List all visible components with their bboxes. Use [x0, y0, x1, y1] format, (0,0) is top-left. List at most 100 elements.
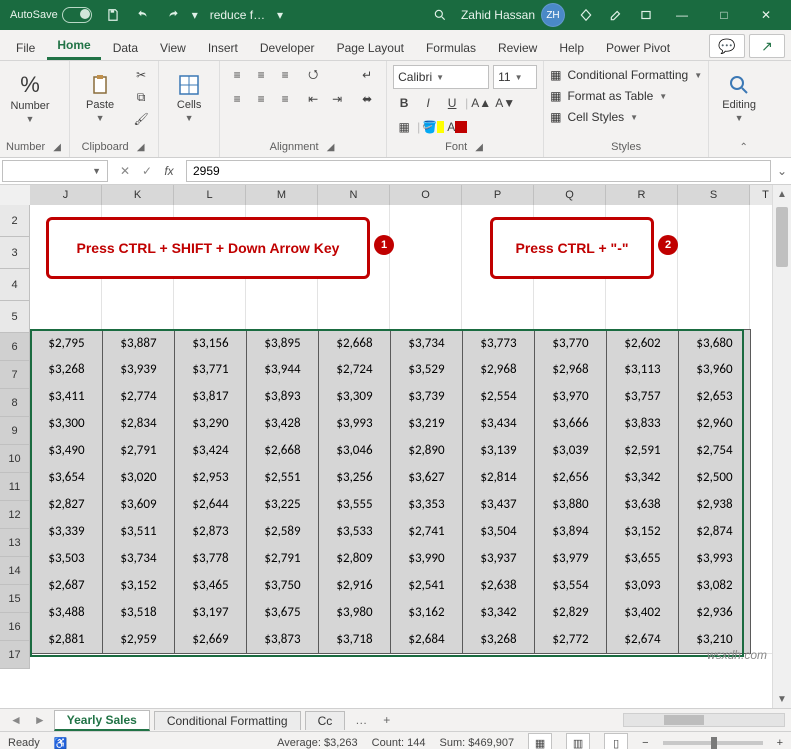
- cell-O13[interactable]: $2,741: [391, 518, 463, 546]
- zoom-slider[interactable]: [663, 741, 763, 745]
- cell-O16[interactable]: $3,162: [391, 599, 463, 627]
- cell-N13[interactable]: $3,533: [319, 518, 391, 546]
- paste-button[interactable]: Paste ▼: [76, 65, 124, 131]
- sheet-nav-next-icon[interactable]: ►: [30, 713, 50, 727]
- tab-developer[interactable]: Developer: [250, 35, 325, 60]
- tab-help[interactable]: Help: [549, 35, 594, 60]
- tab-review[interactable]: Review: [488, 35, 547, 60]
- cell-P13[interactable]: $3,504: [463, 518, 535, 546]
- select-all-corner[interactable]: [0, 185, 31, 206]
- cell-L17[interactable]: $2,669: [175, 626, 247, 654]
- cell-S9[interactable]: $2,960: [679, 410, 751, 438]
- cell-L13[interactable]: $2,873: [175, 518, 247, 546]
- tab-file[interactable]: File: [6, 35, 45, 60]
- cell-K13[interactable]: $3,511: [103, 518, 175, 546]
- align-center-icon[interactable]: ≡: [250, 89, 272, 109]
- cell-P14[interactable]: $3,937: [463, 545, 535, 573]
- cell-Q8[interactable]: $3,970: [535, 383, 607, 411]
- cell-K11[interactable]: $3,020: [103, 464, 175, 492]
- font-name-dropdown[interactable]: Calibri▼: [393, 65, 489, 89]
- comments-button[interactable]: 💬: [709, 34, 745, 58]
- cell-Q10[interactable]: $3,039: [535, 437, 607, 465]
- cell-J15[interactable]: $2,687: [30, 572, 103, 600]
- cell-styles-button[interactable]: ▦Cell Styles▼: [550, 107, 702, 127]
- cell-P8[interactable]: $2,554: [463, 383, 535, 411]
- cell-L15[interactable]: $3,465: [175, 572, 247, 600]
- minimize-button[interactable]: —: [661, 0, 703, 30]
- cell-L5[interactable]: [174, 298, 246, 330]
- diamond-icon[interactable]: [571, 0, 601, 30]
- sheet-nav-prev-icon[interactable]: ◄: [6, 713, 26, 727]
- cell-S2[interactable]: [678, 205, 750, 237]
- cell-Q5[interactable]: [534, 298, 606, 330]
- cell-O15[interactable]: $2,541: [391, 572, 463, 600]
- cell-R7[interactable]: $3,113: [607, 356, 679, 384]
- cell-K9[interactable]: $2,834: [103, 410, 175, 438]
- cell-S14[interactable]: $3,993: [679, 545, 751, 573]
- row-header-17[interactable]: 17: [0, 641, 30, 669]
- cell-S11[interactable]: $2,500: [679, 464, 751, 492]
- cell-Q7[interactable]: $2,968: [535, 356, 607, 384]
- dialog-launcher-icon[interactable]: ◢: [135, 141, 147, 153]
- worksheet-grid[interactable]: JKLMNOPQRST 234567891011121314151617 $2,…: [0, 185, 791, 708]
- cell-O4[interactable]: [390, 267, 462, 299]
- row-header-14[interactable]: 14: [0, 557, 30, 585]
- align-bottom-icon[interactable]: ≡: [274, 65, 296, 85]
- col-header-Q[interactable]: Q: [534, 185, 606, 205]
- cell-R12[interactable]: $3,638: [607, 491, 679, 519]
- conditional-formatting-button[interactable]: ▦Conditional Formatting▼: [550, 65, 702, 85]
- cell-N16[interactable]: $3,980: [319, 599, 391, 627]
- tab-view[interactable]: View: [150, 35, 196, 60]
- cell-L7[interactable]: $3,771: [175, 356, 247, 384]
- cell-J12[interactable]: $2,827: [30, 491, 103, 519]
- scroll-down-icon[interactable]: ▼: [773, 690, 791, 708]
- align-middle-icon[interactable]: ≡: [250, 65, 272, 85]
- cell-J10[interactable]: $3,490: [30, 437, 103, 465]
- cell-P9[interactable]: $3,434: [463, 410, 535, 438]
- cell-N12[interactable]: $3,555: [319, 491, 391, 519]
- cell-P10[interactable]: $3,139: [463, 437, 535, 465]
- cell-P17[interactable]: $3,268: [463, 626, 535, 654]
- cut-icon[interactable]: ✂: [130, 65, 152, 85]
- format-painter-icon[interactable]: 🖌: [130, 109, 152, 129]
- cell-O5[interactable]: [390, 298, 462, 330]
- maximize-button[interactable]: □: [703, 0, 745, 30]
- row-header-8[interactable]: 8: [0, 389, 30, 417]
- cell-R17[interactable]: $2,674: [607, 626, 679, 654]
- col-header-J[interactable]: J: [30, 185, 102, 205]
- cell-O8[interactable]: $3,739: [391, 383, 463, 411]
- cell-N9[interactable]: $3,993: [319, 410, 391, 438]
- cell-S5[interactable]: [678, 298, 750, 330]
- col-header-N[interactable]: N: [318, 185, 390, 205]
- zoom-in-button[interactable]: +: [777, 737, 783, 749]
- cell-J6[interactable]: $2,795: [30, 329, 103, 358]
- row-header-12[interactable]: 12: [0, 501, 30, 529]
- row-header-11[interactable]: 11: [0, 473, 30, 501]
- col-header-P[interactable]: P: [462, 185, 534, 205]
- cell-K6[interactable]: $3,887: [103, 329, 175, 358]
- cells-button[interactable]: Cells ▼: [165, 65, 213, 131]
- sheet-tab-conditional-formatting[interactable]: Conditional Formatting: [154, 711, 301, 730]
- cell-M10[interactable]: $2,668: [247, 437, 319, 465]
- cell-R6[interactable]: $2,602: [607, 329, 679, 358]
- cell-J13[interactable]: $3,339: [30, 518, 103, 546]
- italic-button[interactable]: I: [417, 93, 439, 113]
- share-button[interactable]: ↗: [749, 34, 785, 58]
- sheet-tab-more[interactable]: …: [349, 711, 373, 729]
- cell-R14[interactable]: $3,655: [607, 545, 679, 573]
- tab-insert[interactable]: Insert: [198, 35, 248, 60]
- row-header-2[interactable]: 2: [0, 205, 30, 237]
- cell-M16[interactable]: $3,675: [247, 599, 319, 627]
- accessibility-icon[interactable]: ♿: [54, 737, 68, 749]
- cell-O2[interactable]: [390, 205, 462, 237]
- column-headers[interactable]: JKLMNOPQRST: [30, 185, 773, 206]
- cell-K15[interactable]: $3,152: [103, 572, 175, 600]
- cell-O3[interactable]: [390, 236, 462, 268]
- view-page-layout-icon[interactable]: ▥: [566, 733, 590, 749]
- cell-L14[interactable]: $3,778: [175, 545, 247, 573]
- cell-O14[interactable]: $3,990: [391, 545, 463, 573]
- save-icon[interactable]: [98, 0, 128, 30]
- cell-S6[interactable]: $3,680: [679, 329, 751, 358]
- cell-J9[interactable]: $3,300: [30, 410, 103, 438]
- cell-R13[interactable]: $3,152: [607, 518, 679, 546]
